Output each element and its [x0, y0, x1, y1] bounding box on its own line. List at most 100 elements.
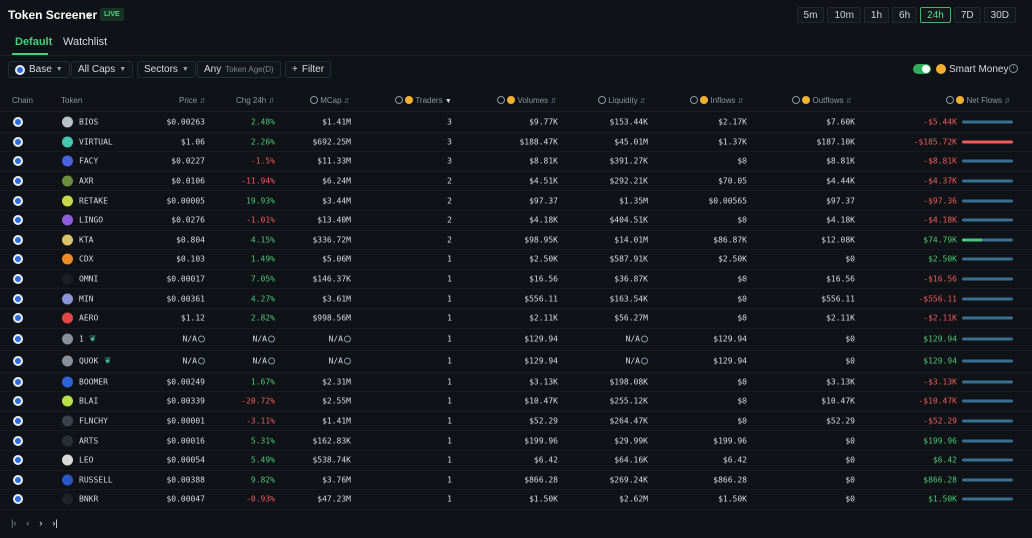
token-age-filter[interactable]: Any Token Age(D)	[197, 61, 281, 78]
table-row[interactable]: FACY $0.0227 -1.5% $11.33M 3 $8.81K $391.27K $0…	[0, 152, 1032, 172]
cell-outflows: $0	[845, 356, 855, 366]
table-row[interactable]: RETAKE $0.00005 19.93% $3.44M 2 $97.37 $1.35M $…	[0, 191, 1032, 211]
column-liquidity[interactable]: Liquidity ⇵	[598, 96, 646, 105]
token-symbol[interactable]: LINGO	[79, 216, 103, 225]
table-row[interactable]: BLAI $0.00339 -20.72% $2.55M 1 $10.47K $255.12…	[0, 392, 1032, 412]
cell-net: -$97.36	[923, 196, 957, 206]
info-icon	[946, 96, 954, 104]
token-symbol[interactable]: LEO	[79, 456, 93, 465]
table-row[interactable]: MIN $0.00361 4.27% $3.61M 1 $556.11 $163.54K $0…	[0, 289, 1032, 309]
cell-price: N/A	[183, 335, 205, 344]
cell-liquidity: N/A	[626, 335, 648, 344]
cell-traders: 1	[447, 436, 452, 446]
token-symbol[interactable]: CDX	[79, 255, 93, 264]
timeframe-10m[interactable]: 10m	[827, 7, 861, 23]
table-row[interactable]: CDX $0.103 1.49% $5.06M 1 $2.50K $587.91K $2.50…	[0, 250, 1032, 270]
table-row[interactable]: OMNI $0.00017 7.05% $146.37K 1 $16.56 $36.87K $…	[0, 270, 1032, 290]
info-icon	[395, 96, 403, 104]
timeframe-7d[interactable]: 7D	[953, 7, 981, 23]
column-traders[interactable]: Traders ▼	[395, 96, 452, 105]
table-row[interactable]: AXR $0.0106 -11.94% $6.24M 2 $4.51K $292.21K $7…	[0, 172, 1032, 192]
info-icon	[344, 357, 351, 365]
cell-traders: 1	[447, 455, 452, 465]
cell-inflows: $0	[737, 215, 747, 225]
timeframe-5m[interactable]: 5m	[796, 7, 825, 23]
token-symbol[interactable]: KTA	[79, 235, 93, 244]
table-row[interactable]: LEO $0.00054 5.49% $538.74K 1 $6.42 $64.16K $6.…	[0, 451, 1032, 471]
timeframe-6h[interactable]: 6h	[892, 7, 918, 23]
first-page-button[interactable]: |‹	[11, 518, 16, 528]
sectors-filter-dropdown[interactable]: Sectors ▼	[137, 61, 196, 78]
table-row[interactable]: BIOS $0.00263 2.48% $1.41M 3 $9.77K $153.44K $2…	[0, 113, 1032, 133]
page-title[interactable]: Token Screener	[8, 8, 97, 22]
table-row[interactable]: RUSSELL $0.00388 9.82% $3.76M 1 $866.28 $269.2…	[0, 471, 1032, 491]
timeframe-24h[interactable]: 24h	[920, 7, 951, 23]
tab-default[interactable]: Default	[15, 36, 52, 48]
token-logo-icon	[62, 355, 73, 367]
timeframe-1h[interactable]: 1h	[863, 7, 890, 23]
token-symbol[interactable]: MIN	[79, 294, 93, 303]
table-row[interactable]: ARTS $0.00016 5.31% $162.83K 1 $199.96 $29.99K…	[0, 431, 1032, 451]
cell-outflows: $556.11	[821, 294, 855, 304]
cell-inflows: $0	[737, 274, 747, 284]
info-icon[interactable]: i	[1009, 64, 1018, 73]
token-symbol[interactable]: ARTS	[79, 436, 98, 445]
column-mcap[interactable]: MCap ⇵	[310, 96, 350, 105]
table-row[interactable]: AERO $1.12 2.82% $998.56M 1 $2.11K $56.27M $0 $2…	[0, 309, 1032, 329]
cell-chg: -1.01%	[246, 215, 275, 225]
info-icon	[690, 96, 698, 104]
column-mcap-label: MCap	[320, 96, 342, 105]
table-row[interactable]: KTA $0.804 4.15% $336.72M 2 $98.95K $14.01M $86…	[0, 231, 1032, 251]
column-outflows[interactable]: Outflows ⇵	[792, 96, 852, 105]
table-row[interactable]: BOOMER $0.00249 1.67% $2.31M 1 $3.13K $198.08K…	[0, 373, 1032, 393]
token-symbol[interactable]: RUSSELL	[79, 475, 113, 484]
cell-chg: 9.82%	[250, 475, 275, 485]
column-netflows[interactable]: Net Flows ⇵	[946, 96, 1010, 105]
column-inflows[interactable]: Inflows ⇵	[690, 96, 743, 105]
cell-price: $0.00249	[166, 377, 205, 387]
cell-volumes: $4.18K	[529, 215, 558, 225]
token-symbol[interactable]: VIRTUAL	[79, 137, 113, 146]
token-symbol[interactable]: AXR	[79, 177, 93, 186]
token-symbol[interactable]: BOOMER	[79, 377, 108, 386]
token-logo-icon	[62, 395, 73, 407]
smart-money-toggle[interactable]	[913, 64, 931, 74]
timeframe-30d[interactable]: 30D	[983, 7, 1016, 23]
token-symbol[interactable]: 1	[79, 335, 84, 344]
last-page-button[interactable]: ›|	[52, 518, 57, 528]
info-icon	[198, 357, 205, 365]
cell-outflows: $3.13K	[826, 377, 855, 387]
token-symbol[interactable]: QUOK	[79, 357, 98, 366]
token-symbol[interactable]: RETAKE	[79, 196, 108, 205]
prev-page-button[interactable]: ‹	[26, 518, 29, 528]
token-symbol[interactable]: OMNI	[79, 275, 98, 284]
token-symbol[interactable]: BIOS	[79, 118, 98, 127]
token-symbol[interactable]: FACY	[79, 157, 98, 166]
cell-mcap: $11.33M	[317, 156, 351, 166]
table-row[interactable]: LINGO $0.0276 -1.01% $13.40M 2 $4.18K $404.51K…	[0, 211, 1032, 231]
token-symbol[interactable]: BNKR	[79, 495, 98, 504]
table-row[interactable]: 1 ❦ N/A N/A N/A 1 $129.94 N/A $129.94 $0 $129.94	[0, 329, 1032, 351]
info-icon	[497, 96, 505, 104]
table-row[interactable]: QUOK ❦ N/A N/A N/A 1 $129.94 N/A $129.94 $0 $129.9…	[0, 351, 1032, 373]
column-volumes[interactable]: Volumes ⇵	[497, 96, 556, 105]
cell-outflows: $10.47K	[821, 396, 855, 406]
chain-filter-dropdown[interactable]: Base ▼	[8, 61, 70, 78]
token-symbol[interactable]: BLAI	[79, 397, 98, 406]
column-chg24h-label: Chg 24h	[236, 96, 267, 105]
title-chevron-icon[interactable]: ›	[87, 8, 91, 22]
table-row[interactable]: BNKR $0.00047 -0.93% $47.23M 1 $1.50K $2.62M $1…	[0, 490, 1032, 510]
column-price[interactable]: Price ⇵	[179, 96, 205, 105]
token-symbol[interactable]: FLNCHY	[79, 417, 108, 426]
table-row[interactable]: VIRTUAL $1.06 2.26% $692.25M 3 $188.47K $45.01…	[0, 133, 1032, 153]
table-row[interactable]: FLNCHY $0.00001 -3.11% $1.41M 1 $52.29 $264.47…	[0, 412, 1032, 432]
pagination: |‹ ‹ › ›|	[11, 518, 58, 528]
caps-filter-dropdown[interactable]: All Caps ▼	[71, 61, 134, 78]
tab-watchlist[interactable]: Watchlist	[63, 36, 107, 48]
token-symbol[interactable]: AERO	[79, 314, 98, 323]
cell-price: $0.00263	[166, 117, 205, 127]
next-page-button[interactable]: ›	[39, 518, 42, 528]
column-chg24h[interactable]: Chg 24h ⇵	[236, 96, 274, 105]
add-filter-button[interactable]: + Filter	[285, 61, 332, 78]
sort-icon: ⇵	[639, 98, 646, 105]
